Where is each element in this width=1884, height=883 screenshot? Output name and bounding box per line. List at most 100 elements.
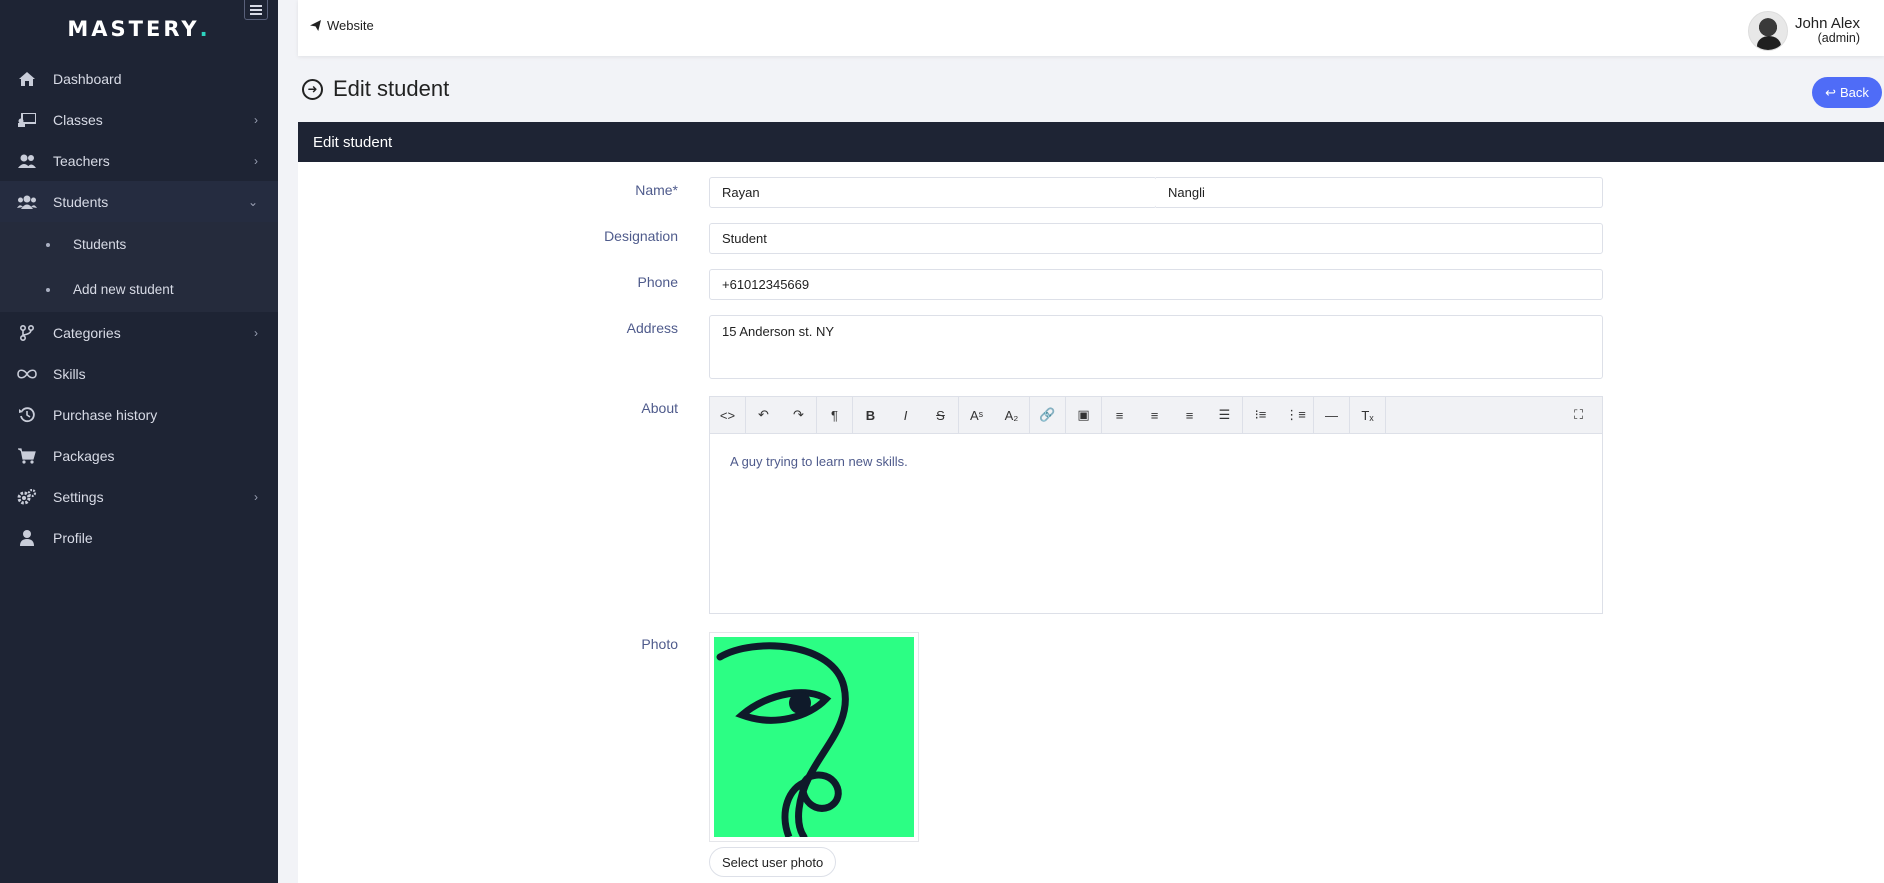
- ordered-list-icon[interactable]: ⋮≡: [1278, 397, 1313, 433]
- user-icon: [17, 529, 37, 546]
- reply-icon: ↩: [1825, 84, 1836, 100]
- sidebar-item-label: Skills: [53, 365, 86, 382]
- send-icon: [310, 20, 321, 31]
- about-editor-content[interactable]: A guy trying to learn new skills.: [710, 434, 1602, 489]
- sidebar: MASTERY. Dashboard Classes › Teachers › …: [0, 0, 278, 883]
- photo-label: Photo: [641, 636, 678, 652]
- chevron-right-icon: ›: [254, 325, 258, 340]
- brand-dot: .: [199, 17, 211, 41]
- bullet-icon: [46, 242, 50, 247]
- bullet-icon: [46, 287, 50, 292]
- sidebar-item-label: Profile: [53, 529, 93, 546]
- name-label: Name*: [635, 182, 678, 198]
- strikethrough-icon[interactable]: S: [923, 397, 958, 433]
- sidebar-item-label: Settings: [53, 488, 104, 505]
- sidebar-item-label: Students: [53, 193, 109, 210]
- sidebar-nav: Dashboard Classes › Teachers › Students …: [0, 58, 278, 558]
- editor-toolbar: <> ↶ ↷ ¶ B I S Aˢ A₂ 🔗 ▣ ≡ ≡ ≡ ☰ ⁝≡ ⋮≡ —…: [710, 397, 1602, 434]
- horizontal-rule-icon[interactable]: —: [1314, 397, 1349, 433]
- superscript-icon[interactable]: Aˢ: [959, 397, 994, 433]
- history-icon: [17, 406, 37, 423]
- sidebar-item-label: Purchase history: [53, 406, 158, 423]
- undo-icon[interactable]: ↶: [746, 397, 781, 433]
- student-photo: [714, 637, 914, 841]
- chevron-down-icon: ⌄: [247, 194, 258, 209]
- sidebar-item-teachers[interactable]: Teachers ›: [0, 140, 278, 181]
- edit-student-card: Edit student Name* Rayan Nangli Designat…: [298, 122, 1884, 883]
- sidebar-subitem-add-new-student[interactable]: Add new student: [0, 267, 278, 312]
- card-header: Edit student: [298, 122, 1884, 162]
- code-view-icon[interactable]: <>: [710, 397, 745, 433]
- bold-icon[interactable]: B: [853, 397, 888, 433]
- align-justify-icon[interactable]: ☰: [1207, 397, 1242, 433]
- link-icon[interactable]: 🔗: [1030, 397, 1065, 433]
- brand-logo[interactable]: MASTERY.: [0, 0, 278, 58]
- phone-field[interactable]: +61012345669: [709, 269, 1603, 300]
- branch-icon: [17, 324, 37, 341]
- website-link[interactable]: Website: [310, 18, 374, 33]
- sidebar-item-students[interactable]: Students ⌄: [0, 181, 278, 222]
- sidebar-item-categories[interactable]: Categories ›: [0, 312, 278, 353]
- page-title: ➜ Edit student: [302, 76, 449, 102]
- back-button-label: Back: [1840, 85, 1869, 100]
- paragraph-format-icon[interactable]: ¶: [817, 397, 852, 433]
- clear-format-icon[interactable]: Tₓ: [1350, 397, 1385, 433]
- home-icon: [17, 71, 37, 87]
- about-label: About: [641, 400, 678, 416]
- chevron-right-icon: ›: [254, 112, 258, 127]
- line-art-face-image: [716, 642, 849, 841]
- sidebar-subitem-label: Add new student: [73, 282, 174, 297]
- arrow-circle-right-icon: ➜: [302, 78, 323, 100]
- cart-icon: [17, 447, 37, 464]
- sidebar-item-label: Dashboard: [53, 70, 122, 87]
- user-group-icon: [17, 153, 37, 169]
- page-title-text: Edit student: [333, 76, 450, 101]
- website-link-label: Website: [327, 18, 374, 33]
- address-textarea[interactable]: 15 Anderson st. NY: [709, 315, 1603, 379]
- sidebar-subitem-students[interactable]: Students: [0, 222, 278, 267]
- italic-icon[interactable]: I: [888, 397, 923, 433]
- about-rich-editor: <> ↶ ↷ ¶ B I S Aˢ A₂ 🔗 ▣ ≡ ≡ ≡ ☰ ⁝≡ ⋮≡ —…: [709, 396, 1603, 614]
- sidebar-item-packages[interactable]: Packages: [0, 435, 278, 476]
- users-icon: [17, 194, 37, 210]
- avatar: [1747, 11, 1788, 51]
- topbar: Website John Alex (admin): [298, 0, 1884, 56]
- sidebar-item-label: Categories: [53, 324, 121, 341]
- select-photo-button[interactable]: Select user photo: [709, 847, 837, 877]
- sidebar-item-label: Classes: [53, 111, 103, 128]
- first-name-field[interactable]: Rayan: [709, 177, 1157, 208]
- user-role: (admin): [1817, 31, 1860, 45]
- align-right-icon[interactable]: ≡: [1172, 397, 1207, 433]
- sidebar-item-dashboard[interactable]: Dashboard: [0, 58, 278, 99]
- chalkboard-icon: [17, 112, 37, 128]
- unordered-list-icon[interactable]: ⁝≡: [1243, 397, 1278, 433]
- brand-name: MASTERY: [67, 17, 200, 41]
- user-name: John Alex: [1794, 15, 1860, 32]
- image-icon[interactable]: ▣: [1066, 397, 1101, 433]
- back-button[interactable]: ↩ Back: [1812, 77, 1882, 108]
- chevron-right-icon: ›: [254, 153, 258, 168]
- address-label: Address: [626, 320, 678, 336]
- sidebar-item-label: Packages: [53, 447, 115, 464]
- sidebar-item-skills[interactable]: Skills: [0, 353, 278, 394]
- redo-icon[interactable]: ↷: [781, 397, 816, 433]
- user-menu[interactable]: John Alex (admin): [1747, 11, 1860, 51]
- designation-field[interactable]: Student: [709, 223, 1603, 254]
- sidebar-item-settings[interactable]: Settings ›: [0, 476, 278, 517]
- sidebar-item-classes[interactable]: Classes ›: [0, 99, 278, 140]
- gears-icon: [17, 488, 37, 505]
- infinity-icon: [17, 366, 37, 382]
- phone-label: Phone: [637, 274, 678, 290]
- sidebar-item-purchase-history[interactable]: Purchase history: [0, 394, 278, 435]
- sidebar-subitem-label: Students: [73, 237, 127, 252]
- sidebar-toggle-button[interactable]: [244, 0, 268, 20]
- sidebar-item-profile[interactable]: Profile: [0, 517, 278, 558]
- align-left-icon[interactable]: ≡: [1102, 397, 1137, 433]
- chevron-right-icon: ›: [254, 489, 258, 504]
- last-name-field[interactable]: Nangli: [1156, 177, 1603, 208]
- align-center-icon[interactable]: ≡: [1137, 397, 1172, 433]
- subscript-icon[interactable]: A₂: [994, 397, 1029, 433]
- designation-label: Designation: [604, 228, 678, 244]
- fullscreen-icon[interactable]: ⛶: [1561, 397, 1596, 433]
- students-submenu: Students Add new student: [0, 222, 278, 312]
